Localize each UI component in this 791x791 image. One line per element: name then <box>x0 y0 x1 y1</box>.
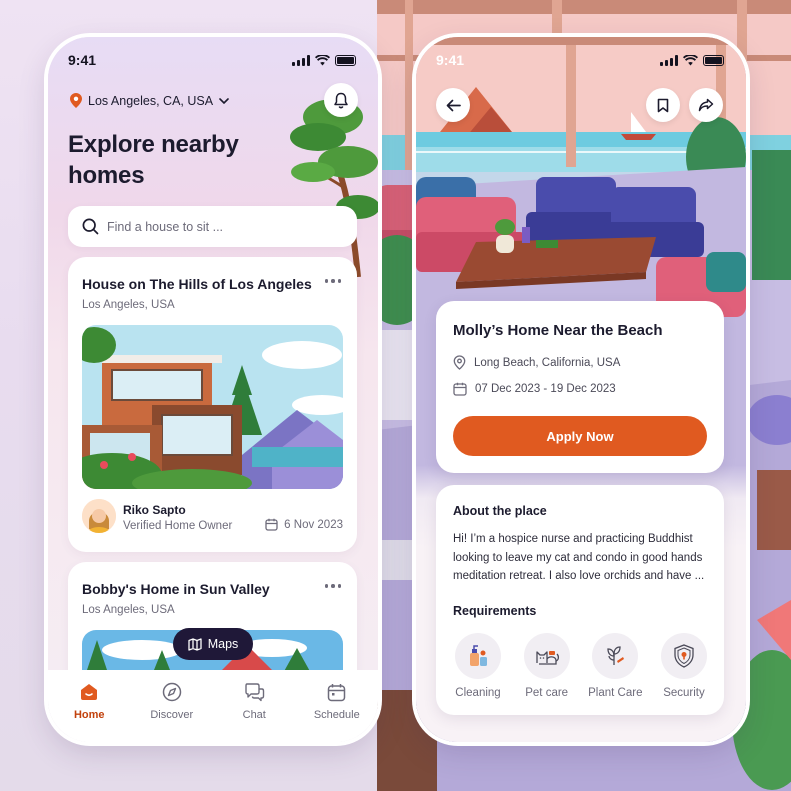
share-icon <box>698 98 714 112</box>
avatar[interactable] <box>82 499 116 533</box>
about-text: Hi! I’m a hospice nurse and practicing B… <box>453 533 705 582</box>
apply-now-button[interactable]: Apply Now <box>453 416 707 456</box>
tab-label: Chat <box>242 709 266 721</box>
bookmark-button[interactable] <box>646 88 680 122</box>
listing-image[interactable] <box>82 325 343 489</box>
tab-schedule[interactable]: Schedule <box>302 680 372 721</box>
location-pin-icon <box>70 93 82 108</box>
more-options-icon[interactable] <box>324 279 341 283</box>
search-icon <box>82 218 99 235</box>
battery-icon <box>335 54 356 66</box>
maps-button-label: Maps <box>207 637 239 651</box>
requirements-list: Cleaning Pet care Plant Care Security <box>446 633 716 699</box>
about-title: About the place <box>453 504 547 518</box>
listing-dates-text: 07 Dec 2023 - 19 Dec 2023 <box>475 383 616 395</box>
status-bar: 9:41 <box>436 51 724 69</box>
cleaning-icon <box>455 633 501 679</box>
listing-title: Bobby's Home in Sun Valley <box>82 581 270 597</box>
tab-label: Home <box>73 709 105 721</box>
listing-title: Molly’s Home Near the Beach <box>453 322 663 339</box>
shield-icon <box>660 633 707 679</box>
search-input[interactable] <box>107 219 327 234</box>
notifications-button[interactable] <box>324 83 358 117</box>
listing-summary-card: Molly’s Home Near the Beach Long Beach, … <box>436 301 724 473</box>
calendar-icon <box>325 680 349 704</box>
listing-location: Los Angeles, USA <box>82 299 175 311</box>
requirement-label: Cleaning <box>455 687 501 699</box>
requirement-pet-care[interactable]: Pet care <box>515 633 579 699</box>
status-time: 9:41 <box>436 52 465 68</box>
wifi-icon <box>315 54 330 65</box>
requirement-label: Security <box>663 687 705 699</box>
share-button[interactable] <box>689 88 723 122</box>
signal-icon <box>292 54 310 66</box>
page-title: Explore nearby homes <box>68 131 239 189</box>
arrow-left-icon <box>446 99 461 111</box>
map-icon <box>188 637 202 651</box>
owner-name: Riko Sapto <box>123 503 186 517</box>
wifi-icon <box>683 54 698 65</box>
status-bar: 9:41 <box>68 51 356 69</box>
tab-label: Schedule <box>313 709 360 721</box>
maps-button[interactable]: Maps <box>173 628 253 660</box>
back-button[interactable] <box>436 88 470 122</box>
battery-icon <box>703 54 724 66</box>
listing-date-text: 6 Nov 2023 <box>284 518 343 531</box>
calendar-icon <box>453 382 467 396</box>
listing-location: Long Beach, California, USA <box>453 355 620 370</box>
calendar-icon <box>265 518 278 531</box>
listing-card[interactable]: House on The Hills of Los Angeles Los An… <box>68 257 357 552</box>
detail-screen-phone: 9:41 Molly’s Home Near the Beach Long Be… <box>416 37 746 742</box>
tab-discover[interactable]: Discover <box>137 680 207 721</box>
signal-icon <box>660 54 678 66</box>
compass-icon <box>160 680 184 704</box>
owner-row: Riko Sapto Verified Home Owner 6 Nov 202… <box>82 499 343 535</box>
home-icon <box>77 680 101 704</box>
requirement-label: Pet care <box>525 687 569 699</box>
about-place-card: About the place Hi! I’m a hospice nurse … <box>436 485 724 715</box>
requirement-security[interactable]: Security <box>652 633 716 699</box>
listing-date: 6 Nov 2023 <box>265 518 343 531</box>
bookmark-icon <box>657 98 669 112</box>
tab-label: Discover <box>150 709 194 721</box>
requirements-title: Requirements <box>453 604 537 618</box>
location-label: Los Angeles, CA, USA <box>88 93 214 108</box>
chat-icon <box>242 680 266 704</box>
status-time: 9:41 <box>68 52 97 68</box>
tab-chat[interactable]: Chat <box>219 680 289 721</box>
cat-icon <box>523 633 570 679</box>
listing-location: Los Angeles, USA <box>82 604 175 616</box>
bottom-tab-bar: Home Discover Chat Schedule <box>48 670 378 742</box>
search-bar[interactable] <box>68 206 357 247</box>
plant-icon <box>592 633 639 679</box>
chevron-down-icon <box>219 97 229 104</box>
location-pin-icon <box>453 355 466 370</box>
tab-home[interactable]: Home <box>54 680 124 721</box>
owner-role: Verified Home Owner <box>123 520 233 532</box>
requirement-plant-care[interactable]: Plant Care <box>583 633 647 699</box>
home-screen-phone: 9:41 Los Angeles, CA, USA Explore nearby… <box>48 37 378 742</box>
requirement-cleaning[interactable]: Cleaning <box>446 633 510 699</box>
listing-dates: 07 Dec 2023 - 19 Dec 2023 <box>453 382 616 396</box>
listing-location-text: Long Beach, California, USA <box>474 356 621 369</box>
location-selector[interactable]: Los Angeles, CA, USA <box>70 93 229 108</box>
bell-icon <box>334 92 348 108</box>
listing-title: House on The Hills of Los Angeles <box>82 276 312 292</box>
more-options-icon[interactable] <box>324 584 341 588</box>
requirement-label: Plant Care <box>588 687 643 699</box>
